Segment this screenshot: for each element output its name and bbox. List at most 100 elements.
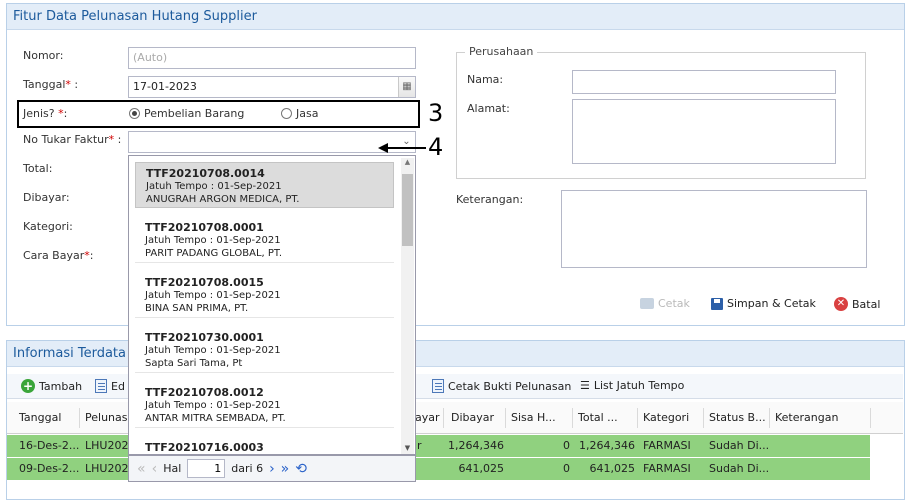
cell-status: Sudah Di... xyxy=(709,462,770,475)
edit-button[interactable]: Ed xyxy=(95,379,125,393)
column-separator xyxy=(870,408,871,428)
col-keterangan[interactable]: Keterangan xyxy=(775,411,838,424)
item-code: TTF20210708.0012 xyxy=(145,386,264,399)
page-total: dari 6 xyxy=(231,462,264,475)
item-company: BINA SAN PRIMA, PT. xyxy=(145,303,249,314)
annotation-number-3: 3 xyxy=(428,99,444,127)
col-bayar[interactable]: ayar xyxy=(415,411,440,424)
item-company: ANUGRAH ARGON MEDICA, PT. xyxy=(146,194,300,205)
cetak-bukti-button[interactable]: Cetak Bukti Pelunasan xyxy=(432,379,571,393)
scroll-up-icon[interactable]: ▲ xyxy=(401,158,414,166)
cell-tanggal: 09-Des-2... xyxy=(19,462,80,475)
last-page-icon[interactable]: » xyxy=(281,461,290,477)
item-code: TTF20210730.0001 xyxy=(145,331,264,344)
item-company: ANTAR MITRA SEMBADA, PT. xyxy=(145,413,286,424)
calendar-icon[interactable]: ▦ xyxy=(398,77,415,97)
cara-bayar-label-text: Cara Bayar xyxy=(23,249,85,262)
column-separator xyxy=(769,408,770,428)
item-company: Sapta Sari Tama, Pt xyxy=(145,358,243,369)
annotation-box xyxy=(17,100,420,128)
col-status[interactable]: Status B... xyxy=(709,411,766,424)
alamat-textarea[interactable] xyxy=(572,99,836,164)
scrollbar-thumb[interactable] xyxy=(402,174,413,246)
no-tukar-faktur-dropdown: TTF20210708.0014 Jatuh Tempo : 01-Sep-20… xyxy=(128,155,416,455)
cell-dibayar: 1,264,346 xyxy=(448,439,504,452)
save-icon xyxy=(711,297,723,310)
col-total[interactable]: Total ... xyxy=(578,411,618,424)
add-icon: + xyxy=(21,379,35,393)
list-jatuh-tempo-button[interactable]: ☰ List Jatuh Tempo xyxy=(580,379,684,392)
label-colon: : xyxy=(74,78,79,91)
col-kategori[interactable]: Kategori xyxy=(643,411,689,424)
column-separator xyxy=(637,408,638,428)
dropdown-item[interactable]: TTF20210708.0001 Jatuh Tempo : 01-Sep-20… xyxy=(135,217,394,263)
column-separator xyxy=(572,408,573,428)
perusahaan-legend: Perusahaan xyxy=(465,45,538,58)
batal-button[interactable]: ✕ Batal xyxy=(834,297,880,311)
cell-sisa: 0 xyxy=(563,462,570,475)
cell-dibayar: 641,025 xyxy=(458,462,505,475)
no-tukar-label: No Tukar Faktur* : xyxy=(23,133,121,146)
nomor-field[interactable]: (Auto) xyxy=(128,47,416,69)
cetak-label: Cetak xyxy=(658,297,690,310)
required-mark: * xyxy=(108,133,115,146)
label-colon: : xyxy=(89,249,94,262)
alamat-label: Alamat: xyxy=(467,102,510,115)
refresh-icon[interactable]: ⟲ xyxy=(295,461,307,477)
cell-total: 1,264,346 xyxy=(579,439,635,452)
cell-tanggal: 16-Des-2... xyxy=(19,439,80,452)
column-separator xyxy=(703,408,704,428)
no-tukar-faktur-combo[interactable]: ⌄ xyxy=(128,131,416,153)
tanggal-date-field[interactable]: 17-01-2023 ▦ xyxy=(128,76,416,98)
item-due-date: Jatuh Tempo : 01-Sep-2021 xyxy=(145,235,281,246)
tanggal-label-text: Tanggal xyxy=(23,78,66,91)
dibayar-label: Dibayar: xyxy=(23,191,70,204)
nomor-placeholder: (Auto) xyxy=(133,51,168,64)
printer-icon xyxy=(640,298,654,309)
column-separator xyxy=(79,408,80,428)
nama-label: Nama: xyxy=(467,73,504,86)
col-sisa[interactable]: Sisa H... xyxy=(511,411,556,424)
dropdown-item[interactable]: TTF20210708.0015 Jatuh Tempo : 01-Sep-20… xyxy=(135,272,394,318)
page-label: Hal xyxy=(163,462,182,475)
tambah-button[interactable]: + Tambah xyxy=(21,379,82,393)
cara-bayar-label: Cara Bayar*: xyxy=(23,249,93,262)
total-label: Total: xyxy=(23,162,53,175)
annotation-number-4: 4 xyxy=(428,133,444,161)
prev-page-icon[interactable]: ‹ xyxy=(152,461,158,477)
dropdown-item[interactable]: TTF20210708.0012 Jatuh Tempo : 01-Sep-20… xyxy=(135,382,394,428)
item-code: TTF20210708.0001 xyxy=(145,221,264,234)
nama-field[interactable] xyxy=(572,70,836,94)
column-separator xyxy=(443,408,444,428)
cell-kategori: FARMASI xyxy=(643,439,691,452)
simpan-cetak-button[interactable]: Simpan & Cetak xyxy=(711,297,816,310)
scroll-down-icon[interactable]: ▼ xyxy=(401,444,414,452)
item-due-date: Jatuh Tempo : 01-Sep-2021 xyxy=(145,290,281,301)
batal-label: Batal xyxy=(852,297,881,311)
item-code: TTF20210708.0015 xyxy=(145,276,264,289)
dropdown-item[interactable]: TTF20210716.0003 xyxy=(135,437,394,454)
first-page-icon[interactable]: « xyxy=(137,461,146,477)
col-pelunasan[interactable]: Pelunasa xyxy=(85,411,134,424)
dropdown-item[interactable]: TTF20210730.0001 Jatuh Tempo : 01-Sep-20… xyxy=(135,327,394,373)
kategori-label: Kategori: xyxy=(23,220,73,233)
col-tanggal[interactable]: Tanggal xyxy=(19,411,61,424)
cetak-button[interactable]: Cetak xyxy=(640,297,690,310)
keterangan-textarea[interactable] xyxy=(561,190,867,268)
dropdown-item[interactable]: TTF20210708.0014 Jatuh Tempo : 01-Sep-20… xyxy=(135,162,394,208)
col-dibayar[interactable]: Dibayar xyxy=(451,411,494,424)
document-icon xyxy=(432,379,444,393)
cell-status: Sudah Di... xyxy=(709,439,770,452)
annotation-arrow xyxy=(378,143,426,153)
no-tukar-label-text: No Tukar Faktur xyxy=(23,133,109,146)
next-page-icon[interactable]: › xyxy=(269,461,275,477)
list-icon: ☰ xyxy=(580,379,590,392)
page-number-input[interactable] xyxy=(187,459,226,478)
cell-bayar: r xyxy=(417,439,422,452)
cetak-bukti-label: Cetak Bukti Pelunasan xyxy=(448,379,572,393)
dropdown-scrollbar[interactable]: ▲ ▼ xyxy=(401,158,414,454)
tanggal-value: 17-01-2023 xyxy=(133,80,197,93)
list-jatuh-tempo-label: List Jatuh Tempo xyxy=(593,379,685,392)
keterangan-label: Keterangan: xyxy=(456,193,524,206)
column-separator xyxy=(505,408,506,428)
